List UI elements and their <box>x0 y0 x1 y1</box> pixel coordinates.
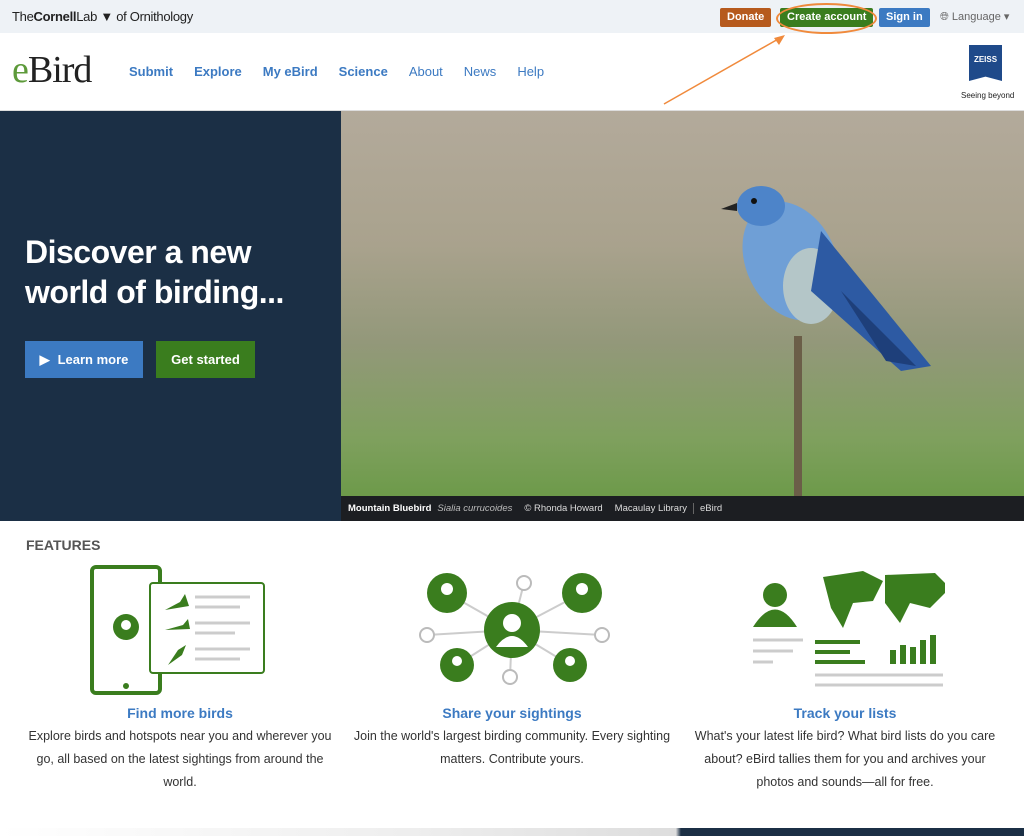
feature-title[interactable]: Share your sightings <box>352 705 672 721</box>
feature-text: Join the world's largest birding communi… <box>353 729 671 766</box>
bluebird-illustration <box>721 186 931 496</box>
ebird-logo[interactable]: eBird <box>12 49 93 91</box>
org-pre: The <box>12 9 34 24</box>
bird-logo-icon: ▼ <box>100 9 113 24</box>
org-lab: Lab <box>76 9 97 24</box>
caret-down-icon: ▾ <box>1003 11 1010 23</box>
language-selector[interactable]: 🌐︎ Language ▾ <box>940 10 1009 24</box>
hero-title-line2: world of birding... <box>25 274 284 310</box>
annotation-circle <box>776 3 877 34</box>
nav-news[interactable]: News <box>464 64 497 79</box>
phone-map-icon <box>90 565 265 695</box>
site-header: eBird Submit Explore My eBird Science Ab… <box>0 33 1024 111</box>
features-heading: FEATURES <box>26 537 101 553</box>
logo-rest: Bird <box>27 49 93 91</box>
feature-track-lists: Track your lists What's your latest life… <box>685 565 1005 794</box>
nav-submit[interactable]: Submit <box>129 64 173 79</box>
zeiss-logo[interactable]: ZEISS <box>969 45 1002 81</box>
caption-source[interactable]: eBird <box>693 503 722 514</box>
donate-button[interactable]: Donate <box>720 8 772 27</box>
caption-credit: © Rhonda Howard <box>524 503 603 514</box>
photo-caption: Mountain Bluebird Sialia currucoides © R… <box>341 496 1024 521</box>
language-label: Language <box>951 11 1001 23</box>
zeiss-text: ZEISS <box>973 55 998 64</box>
play-icon: ▶ <box>39 351 50 367</box>
org-post: of Ornithology <box>116 9 193 24</box>
feature-find-birds: Find more birds Explore birds and hotspo… <box>20 565 340 794</box>
get-started-button[interactable]: Get started <box>156 341 255 378</box>
feature-title[interactable]: Find more birds <box>20 705 340 721</box>
hero: Discover a new world of birding... ▶ Learn… <box>0 111 1024 521</box>
sign-in-button[interactable]: Sign in <box>879 8 930 27</box>
next-section-edge <box>0 828 1024 836</box>
top-bar: TheCornellLab ▼ of Ornithology Donate Cr… <box>0 0 1024 34</box>
nav-science[interactable]: Science <box>339 64 388 79</box>
nav-about[interactable]: About <box>409 64 443 79</box>
nav-explore[interactable]: Explore <box>194 64 242 79</box>
learn-more-label: Learn more <box>57 352 129 367</box>
sponsor-tagline: Seeing beyond <box>961 91 1015 100</box>
caption-common-name[interactable]: Mountain Bluebird <box>348 503 431 514</box>
learn-more-button[interactable]: ▶ Learn more <box>25 341 143 378</box>
cornell-lab-logo[interactable]: TheCornellLab ▼ of Ornithology <box>12 9 193 24</box>
hero-title-line1: Discover a new <box>25 234 251 270</box>
feature-text: Explore birds and hotspots near you and … <box>28 729 332 789</box>
nav-help[interactable]: Help <box>517 64 544 79</box>
nav-my-ebird[interactable]: My eBird <box>263 64 318 79</box>
caption-scientific-name: Sialia currucoides <box>437 503 513 514</box>
community-network-icon <box>419 573 610 685</box>
globe-icon: 🌐︎ <box>940 11 949 23</box>
main-nav: Submit Explore My eBird Science About Ne… <box>129 64 544 79</box>
lists-world-map-icon <box>753 571 945 687</box>
hero-title: Discover a new world of birding... <box>25 232 284 312</box>
org-bold: Cornell <box>33 9 77 24</box>
feature-text: What's your latest life bird? What bird … <box>694 729 996 789</box>
logo-e: e <box>12 49 29 91</box>
feature-share-sightings: Share your sightings Join the world's la… <box>352 565 672 771</box>
caption-library[interactable]: Macaulay Library <box>615 503 687 514</box>
hero-photo-mountain-bluebird <box>341 111 1024 496</box>
feature-title[interactable]: Track your lists <box>685 705 1005 721</box>
hero-panel: Discover a new world of birding... ▶ Learn… <box>0 111 341 521</box>
